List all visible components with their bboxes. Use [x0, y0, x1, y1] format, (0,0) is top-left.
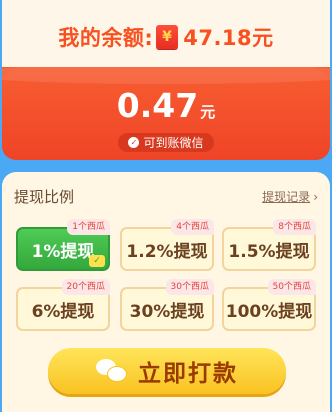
pay-now-label: 立即打款 — [138, 361, 238, 387]
option-cost-tag: 20个西瓜 — [61, 279, 110, 295]
balance-card: 我的余额: ¥ 47.18元 0.47 元 ✓ 可到账微信 — [2, 0, 330, 160]
withdraw-record-label: 提现记录 — [262, 190, 311, 204]
option-100-percent[interactable]: 100%提现 50个西瓜 — [222, 279, 316, 331]
option-6-percent[interactable]: 6%提现 20个西瓜 — [16, 279, 110, 331]
option-1-5-percent[interactable]: 1.5%提现 8个西瓜 — [222, 219, 316, 271]
option-label: 30%提现 — [129, 301, 205, 322]
option-label: 1%提现 — [31, 241, 95, 262]
chevron-right-icon: › — [313, 190, 318, 204]
option-30-percent[interactable]: 30%提现 30个西瓜 — [120, 279, 214, 331]
withdraw-options-panel: 提现比例 提现记录 › 1%提现 1个西瓜 ✓ 1.2%提现 4个西瓜 1.5%提… — [2, 172, 330, 412]
option-cost-tag: 30个西瓜 — [165, 279, 214, 295]
option-1-percent[interactable]: 1%提现 1个西瓜 ✓ — [16, 219, 110, 271]
option-label: 1.2%提现 — [126, 241, 208, 262]
selected-check-icon: ✓ — [89, 255, 105, 267]
withdraw-amount: 0.47 元 — [2, 86, 330, 125]
pay-now-button[interactable]: 立即打款 — [48, 348, 286, 394]
wechat-arrival-text: 可到账微信 — [143, 136, 204, 150]
balance-value: 47.18元 — [183, 26, 274, 50]
panel-title: 提现比例 — [14, 188, 75, 206]
balance-label: 我的余额: — [58, 26, 154, 50]
check-icon: ✓ — [128, 137, 140, 148]
withdraw-amount-unit: 元 — [200, 103, 216, 121]
option-cost-tag: 1个西瓜 — [67, 219, 110, 235]
withdraw-record-link[interactable]: 提现记录 › — [262, 188, 318, 205]
withdraw-amount-area: 0.47 元 ✓ 可到账微信 — [2, 64, 330, 160]
wechat-icon — [96, 359, 127, 383]
option-cost-tag: 50个西瓜 — [267, 279, 316, 295]
option-label: 100%提现 — [225, 301, 313, 322]
option-label: 6%提现 — [31, 301, 95, 322]
option-cost-tag: 8个西瓜 — [273, 219, 316, 235]
option-cost-tag: 4个西瓜 — [171, 219, 214, 235]
option-label: 1.5%提现 — [228, 241, 310, 262]
withdraw-amount-value: 0.47 — [116, 86, 199, 125]
option-1-2-percent[interactable]: 1.2%提现 4个西瓜 — [120, 219, 214, 271]
wechat-arrival-badge: ✓ 可到账微信 — [118, 133, 214, 152]
rmb-envelope-icon: ¥ — [156, 25, 179, 49]
balance-row: 我的余额: ¥ 47.18元 — [2, 0, 330, 74]
